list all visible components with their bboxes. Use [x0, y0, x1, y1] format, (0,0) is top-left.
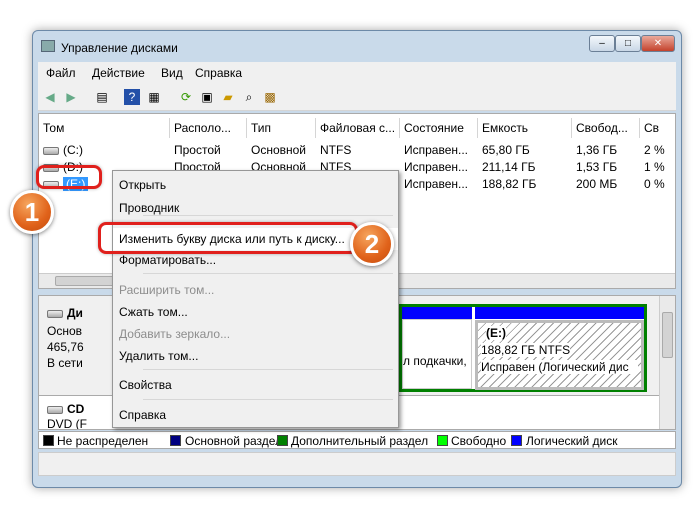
cell-type: Основной: [251, 143, 307, 157]
extended-partition[interactable]: л подкачки, (E:) 188,82 ГБ NTFS Исправен…: [399, 304, 647, 392]
cell-pct: 2 %: [644, 143, 665, 157]
partition-e[interactable]: (E:) 188,82 ГБ NTFS Исправен (Логический…: [475, 320, 644, 390]
vertical-scrollbar[interactable]: [659, 296, 675, 429]
legend-label: Логический диск: [526, 434, 618, 448]
refresh-icon[interactable]: ⟳: [178, 89, 194, 105]
cell-free: 200 МБ: [576, 177, 618, 191]
toolbar: ◀ ▶ ▤ ? ▦ ⟳ ▣ ▰ ⌕ ▩: [38, 84, 676, 111]
cell-free: 1,36 ГБ: [576, 143, 618, 157]
partition-e-label: (E:): [486, 326, 506, 340]
console-tree-icon[interactable]: ▤: [94, 89, 110, 105]
cd-drive-icon: [47, 405, 63, 414]
cell-cap: 65,80 ГБ: [482, 143, 530, 157]
menu-item-delete-volume[interactable]: Удалить том...: [119, 349, 198, 363]
menu-file[interactable]: Файл: [46, 66, 76, 80]
cell-pct: 0 %: [644, 177, 665, 191]
maximize-button[interactable]: □: [615, 35, 641, 52]
disk0-state: В сети: [47, 356, 83, 370]
cell-status: Исправен...: [404, 143, 469, 157]
cell-vol: (C:): [43, 143, 83, 157]
cell-cap: 211,14 ГБ: [482, 160, 536, 174]
highlight-volume-e: [36, 165, 102, 189]
window-title: Управление дисками: [61, 41, 178, 55]
menu-item-shrink-volume[interactable]: Сжать том...: [119, 305, 188, 319]
menu-item-help[interactable]: Справка: [119, 408, 166, 422]
step-badge-2: 2: [350, 222, 394, 266]
legend-label: Свободно: [451, 434, 507, 448]
drive-icon: [43, 146, 59, 155]
forward-icon[interactable]: ▶: [63, 89, 79, 105]
menu-item-extend-volume[interactable]: Расширить том...: [119, 283, 214, 297]
menu-item-properties[interactable]: Свойства: [119, 378, 172, 392]
col-type[interactable]: Тип: [247, 118, 316, 138]
volume-name: (C:): [63, 143, 83, 157]
cd-label: CD: [47, 402, 84, 416]
legend-swatch: [277, 435, 288, 446]
cell-fs: NTFS: [320, 143, 352, 157]
cd-type: DVD (F: [47, 417, 87, 430]
cell-pct: 1 %: [644, 160, 665, 174]
menu-item-format[interactable]: Форматировать...: [119, 253, 216, 267]
legend-label: Дополнительный раздел: [291, 434, 429, 448]
legend-label: Не распределен: [57, 434, 149, 448]
col-capacity[interactable]: Емкость: [478, 118, 572, 138]
back-icon[interactable]: ◀: [42, 89, 58, 105]
menu-action[interactable]: Действие: [92, 66, 145, 80]
legend: Не распределен Основной раздел Дополнитель…: [38, 431, 676, 449]
cell-cap: 188,82 ГБ: [482, 177, 537, 191]
settings-icon[interactable]: ▩: [262, 89, 278, 105]
disk-icon: [47, 309, 63, 318]
close-button[interactable]: ✕: [641, 35, 675, 52]
legend-swatch: [511, 435, 522, 446]
disk0-label: Ди: [47, 306, 83, 320]
step-badge-1: 1: [10, 190, 54, 234]
legend-label: Основной раздел: [185, 434, 283, 448]
properties-icon[interactable]: ▣: [199, 89, 215, 105]
open-icon[interactable]: ▰: [220, 89, 236, 105]
legend-swatch: [43, 435, 54, 446]
cell-status: Исправен...: [404, 160, 469, 174]
cell-status: Исправен...: [404, 177, 469, 191]
col-layout[interactable]: Располо...: [170, 118, 247, 138]
menu-item-explorer[interactable]: Проводник: [119, 201, 179, 215]
menu-item-open[interactable]: Открыть: [119, 178, 166, 192]
col-filesystem[interactable]: Файловая с...: [316, 118, 400, 138]
search-icon[interactable]: ⌕: [241, 89, 257, 105]
partition-d-text: л подкачки,: [403, 354, 467, 368]
disk0-type: Основ: [47, 324, 83, 338]
legend-swatch: [437, 435, 448, 446]
table-row[interactable]: (C:) Простой Основной NTFS Исправен... 65,80 …: [39, 142, 675, 159]
help-icon[interactable]: ?: [124, 89, 140, 105]
app-icon: [41, 40, 55, 52]
col-free-pct[interactable]: Св: [640, 118, 675, 138]
partition-e-status: Исправен (Логический дис: [481, 360, 638, 374]
col-free[interactable]: Свобод...: [572, 118, 640, 138]
legend-swatch: [170, 435, 181, 446]
minimize-button[interactable]: –: [589, 35, 615, 52]
status-bar: [38, 452, 676, 476]
col-status[interactable]: Состояние: [400, 118, 478, 138]
cell-free: 1,53 ГБ: [576, 160, 618, 174]
menu-item-add-mirror[interactable]: Добавить зеркало...: [119, 327, 230, 341]
cell-layout: Простой: [174, 143, 221, 157]
highlight-change-letter: [98, 222, 358, 254]
context-menu: Открыть Проводник Изменить букву диска или…: [112, 170, 399, 428]
menu-view[interactable]: Вид: [161, 66, 183, 80]
menu-bar: Файл Действие Вид Справка: [38, 62, 676, 84]
disk0-size: 465,76: [47, 340, 84, 354]
partition-e-size: 188,82 ГБ NTFS: [481, 343, 571, 357]
col-volume[interactable]: Том: [39, 118, 170, 138]
menu-help[interactable]: Справка: [195, 66, 242, 80]
help-topics-icon[interactable]: ▦: [146, 89, 162, 105]
